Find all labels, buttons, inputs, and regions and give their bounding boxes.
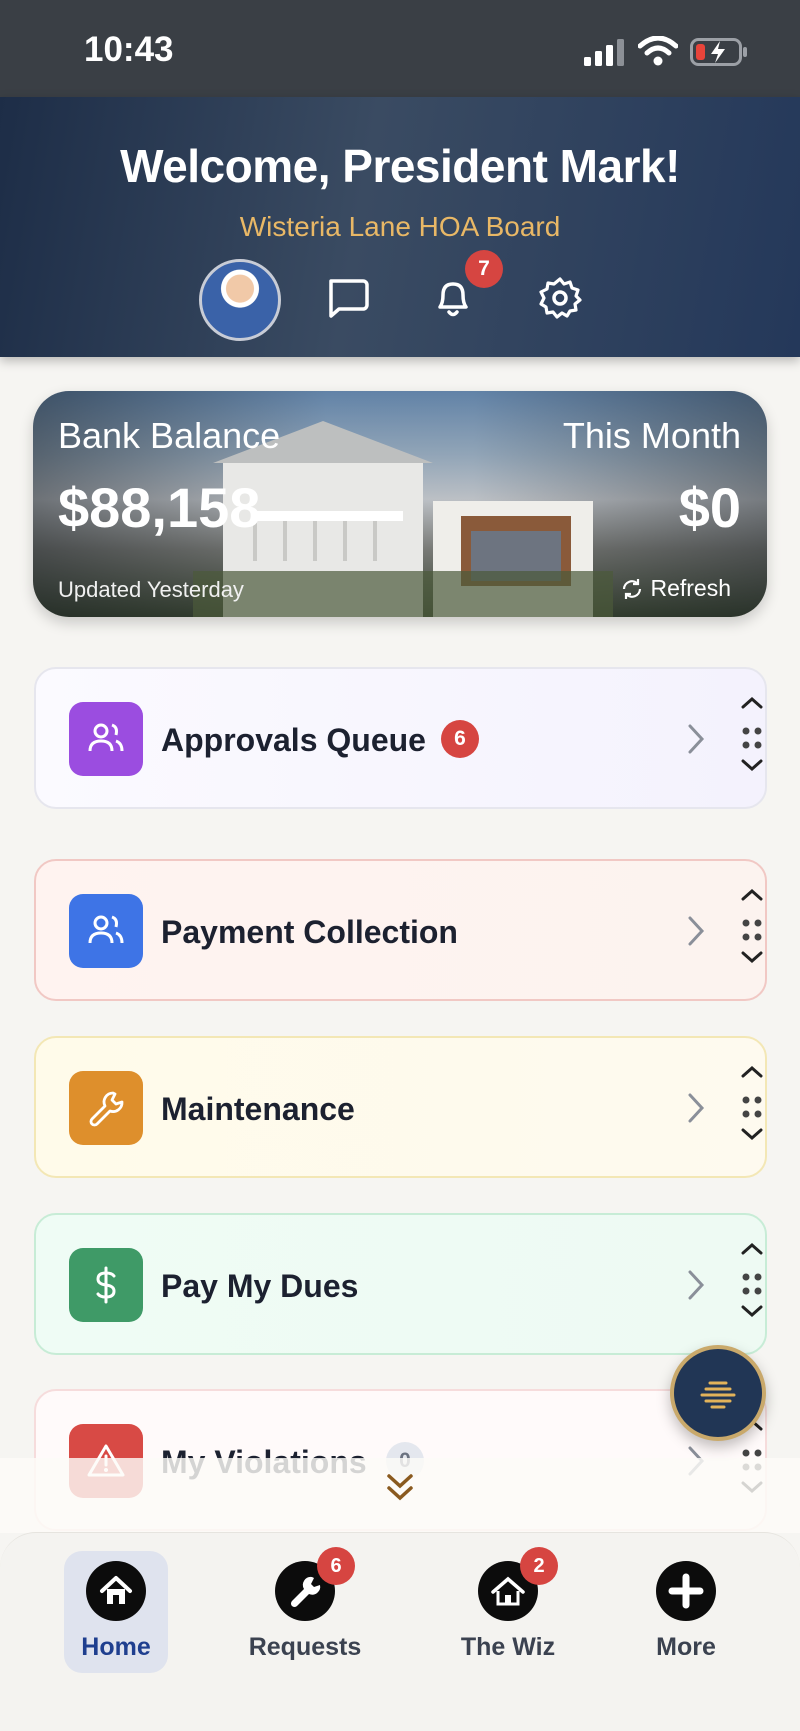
chevron-right-icon	[688, 916, 705, 946]
users-icon	[69, 894, 143, 968]
payment-collection-card[interactable]: Payment Collection	[34, 859, 767, 1001]
waveform-icon	[700, 1381, 736, 1409]
signal-icon	[584, 39, 624, 66]
card-label: Approvals Queue	[161, 722, 426, 758]
tab-home[interactable]: Home	[64, 1551, 168, 1673]
tab-label: The Wiz	[460, 1633, 556, 1661]
requests-count-badge: 6	[317, 1547, 355, 1585]
refresh-button[interactable]: Refresh	[620, 575, 731, 602]
this-month-amount: $0	[678, 476, 741, 539]
bank-balance-amount: $88,158	[58, 476, 261, 539]
organization-name: Wisteria Lane HOA Board	[239, 211, 561, 242]
assistant-fab-button[interactable]	[670, 1345, 766, 1441]
chevron-right-icon	[688, 724, 705, 754]
welcome-title: Welcome, President Mark!	[120, 140, 680, 192]
approvals-queue-card[interactable]: Approvals Queue 6	[34, 667, 767, 809]
status-bar: 10:43	[0, 0, 800, 97]
gear-icon[interactable]	[535, 273, 585, 323]
avatar[interactable]	[199, 259, 281, 341]
tab-requests[interactable]: 6 Requests	[249, 1547, 361, 1673]
battery-icon	[690, 38, 747, 66]
bottom-tab-bar: Home 6 Requests 2 The Wiz More	[0, 1532, 800, 1731]
bank-balance-card[interactable]: Bank Balance $88,158 This Month $0 Updat…	[33, 391, 767, 617]
card-label: Maintenance	[161, 1091, 355, 1127]
chat-icon[interactable]	[322, 273, 372, 323]
wrench-icon	[69, 1071, 143, 1145]
double-chevron-down-icon[interactable]	[384, 1468, 416, 1508]
pay-my-dues-card[interactable]: Pay My Dues	[34, 1213, 767, 1355]
reorder-handle-icon[interactable]	[737, 1241, 767, 1331]
wiz-count-badge: 2	[520, 1547, 558, 1585]
tab-more[interactable]: More	[634, 1551, 738, 1673]
maintenance-card[interactable]: Maintenance	[34, 1036, 767, 1178]
card-label: Pay My Dues	[161, 1268, 359, 1304]
home-icon	[86, 1561, 146, 1621]
this-month-label: This Month	[562, 415, 741, 456]
dashboard-header: Welcome, President Mark! Wisteria Lane H…	[0, 97, 800, 357]
tab-label: Requests	[248, 1633, 362, 1661]
chevron-right-icon	[688, 1093, 705, 1123]
clock: 10:43	[84, 30, 174, 69]
wifi-icon	[638, 36, 678, 66]
tab-label: Home	[81, 1633, 151, 1661]
dollar-icon	[69, 1248, 143, 1322]
approvals-count-badge: 6	[441, 720, 479, 758]
plus-icon	[656, 1561, 716, 1621]
refresh-label: Refresh	[650, 575, 731, 601]
tab-label: More	[656, 1633, 716, 1661]
notification-badge: 7	[465, 250, 503, 288]
users-icon	[69, 702, 143, 776]
reorder-handle-icon[interactable]	[737, 695, 767, 785]
reorder-handle-icon[interactable]	[737, 1064, 767, 1154]
updated-text: Updated Yesterday	[58, 577, 244, 602]
card-label: Payment Collection	[161, 914, 458, 950]
refresh-icon	[623, 578, 642, 599]
bank-balance-label: Bank Balance	[58, 415, 281, 456]
reorder-handle-icon[interactable]	[737, 887, 767, 977]
tab-the-wiz[interactable]: 2 The Wiz	[456, 1547, 560, 1673]
chevron-right-icon	[688, 1270, 705, 1300]
